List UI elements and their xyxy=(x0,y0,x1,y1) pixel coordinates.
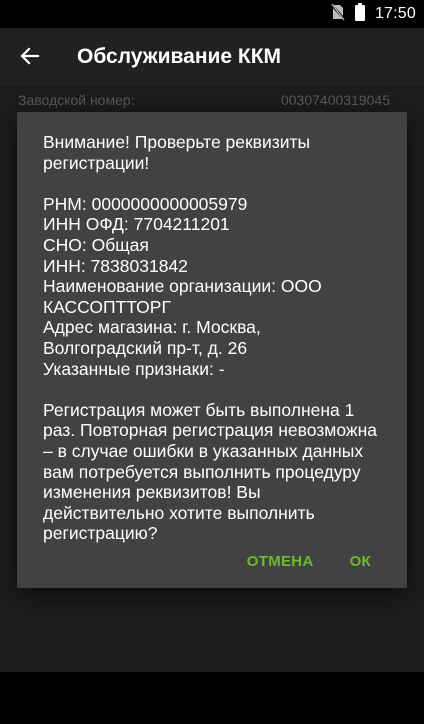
back-button[interactable] xyxy=(14,42,46,74)
status-icons: 17:50 xyxy=(330,2,416,26)
detail-address-cont: Волгоградский пр-т, д. 26 xyxy=(43,337,248,358)
detail-address: Адрес магазина: г. Москва, xyxy=(43,317,261,338)
detail-rnm: РНМ: 0000000000005979 xyxy=(43,193,248,214)
dialog-heading-line: Внимание! Проверьте реквизиты xyxy=(43,132,311,152)
detail-inn: ИНН: 7838031842 xyxy=(43,255,188,276)
battery-icon xyxy=(354,2,365,26)
confirm-registration-dialog: Внимание! Проверьте реквизиты регистраци… xyxy=(17,112,407,588)
warning-line: регистрацию? xyxy=(43,523,158,544)
page-title: Обслуживание ККМ xyxy=(77,45,282,68)
navigation-bar xyxy=(0,672,424,724)
status-bar: 17:50 xyxy=(0,0,424,28)
warning-line: изменения реквизитов! Вы xyxy=(43,482,261,503)
detail-inn-ofd: ИНН ОФД: 7704211201 xyxy=(43,214,230,235)
warning-line: – в случае ошибки в указанных данных xyxy=(43,440,364,461)
detail-flags: Указанные признаки: - xyxy=(43,358,225,379)
no-sim-icon xyxy=(330,2,346,26)
arrow-back-icon xyxy=(20,46,40,71)
dialog-actions: ОТМЕНА ОК xyxy=(247,553,371,570)
toolbar: Обслуживание ККМ xyxy=(0,28,424,86)
dialog-heading-line: регистрации! xyxy=(43,152,150,173)
warning-line: Регистрация может быть выполнена 1 xyxy=(43,399,355,420)
detail-org-name: Наименование организации: ООО xyxy=(43,276,322,297)
warning-line: раз. Повторная регистрация невозможна xyxy=(43,420,377,441)
cancel-button[interactable]: ОТМЕНА xyxy=(247,553,314,570)
warning-line: вам потребуется выполнить процедуру xyxy=(43,461,361,482)
warning-line: действительно хотите выполнить xyxy=(43,502,315,523)
status-time: 17:50 xyxy=(374,5,416,22)
detail-sno: СНО: Общая xyxy=(43,234,149,255)
dialog-message: Внимание! Проверьте реквизиты регистраци… xyxy=(43,132,387,544)
ok-button[interactable]: ОК xyxy=(350,553,371,570)
detail-org-name-cont: КАССОПТТОРГ xyxy=(43,296,171,317)
